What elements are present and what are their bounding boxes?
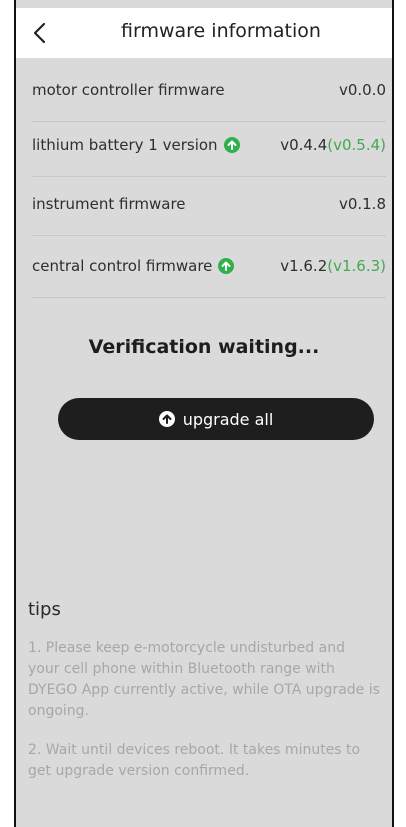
phone-screen: firmware information motor controller fi… — [14, 0, 394, 827]
firmware-row-lithium-battery[interactable]: lithium battery 1 version v0.4.4(v0.5.4) — [32, 113, 386, 177]
firmware-new-version: (v1.6.3) — [327, 256, 386, 275]
firmware-name: central control firmware — [32, 256, 213, 275]
upgrade-all-button[interactable]: upgrade all — [58, 398, 374, 440]
firmware-name: lithium battery 1 version — [32, 135, 218, 154]
firmware-name: instrument firmware — [32, 194, 186, 213]
tip-item: 1. Please keep e-motorcycle undisturbed … — [28, 640, 380, 719]
firmware-version: v0.0.0 — [338, 80, 386, 99]
firmware-new-version: (v0.5.4) — [327, 135, 386, 154]
firmware-row-central-control[interactable]: central control firmware v1.6.2(v1.6.3) — [32, 234, 386, 298]
firmware-version: v0.4.4 — [280, 135, 328, 154]
update-available-icon — [223, 136, 240, 153]
tip-item: 2. Wait until devices reboot. It takes m… — [28, 742, 361, 779]
firmware-name: motor controller firmware — [32, 80, 225, 99]
firmware-version: v0.1.8 — [338, 194, 386, 213]
firmware-version: v1.6.2 — [280, 256, 328, 275]
tips-title: tips — [28, 599, 61, 620]
chevron-left-icon[interactable] — [30, 22, 50, 44]
update-available-icon — [218, 257, 235, 274]
page-title: firmware information — [121, 20, 321, 42]
arrow-up-circle-icon — [158, 411, 175, 427]
upgrade-all-label: upgrade all — [182, 409, 274, 429]
firmware-row-instrument: instrument firmware v0.1.8 — [32, 172, 386, 236]
header-bar: firmware information — [16, 8, 392, 58]
verification-status: Verification waiting... — [88, 336, 320, 358]
